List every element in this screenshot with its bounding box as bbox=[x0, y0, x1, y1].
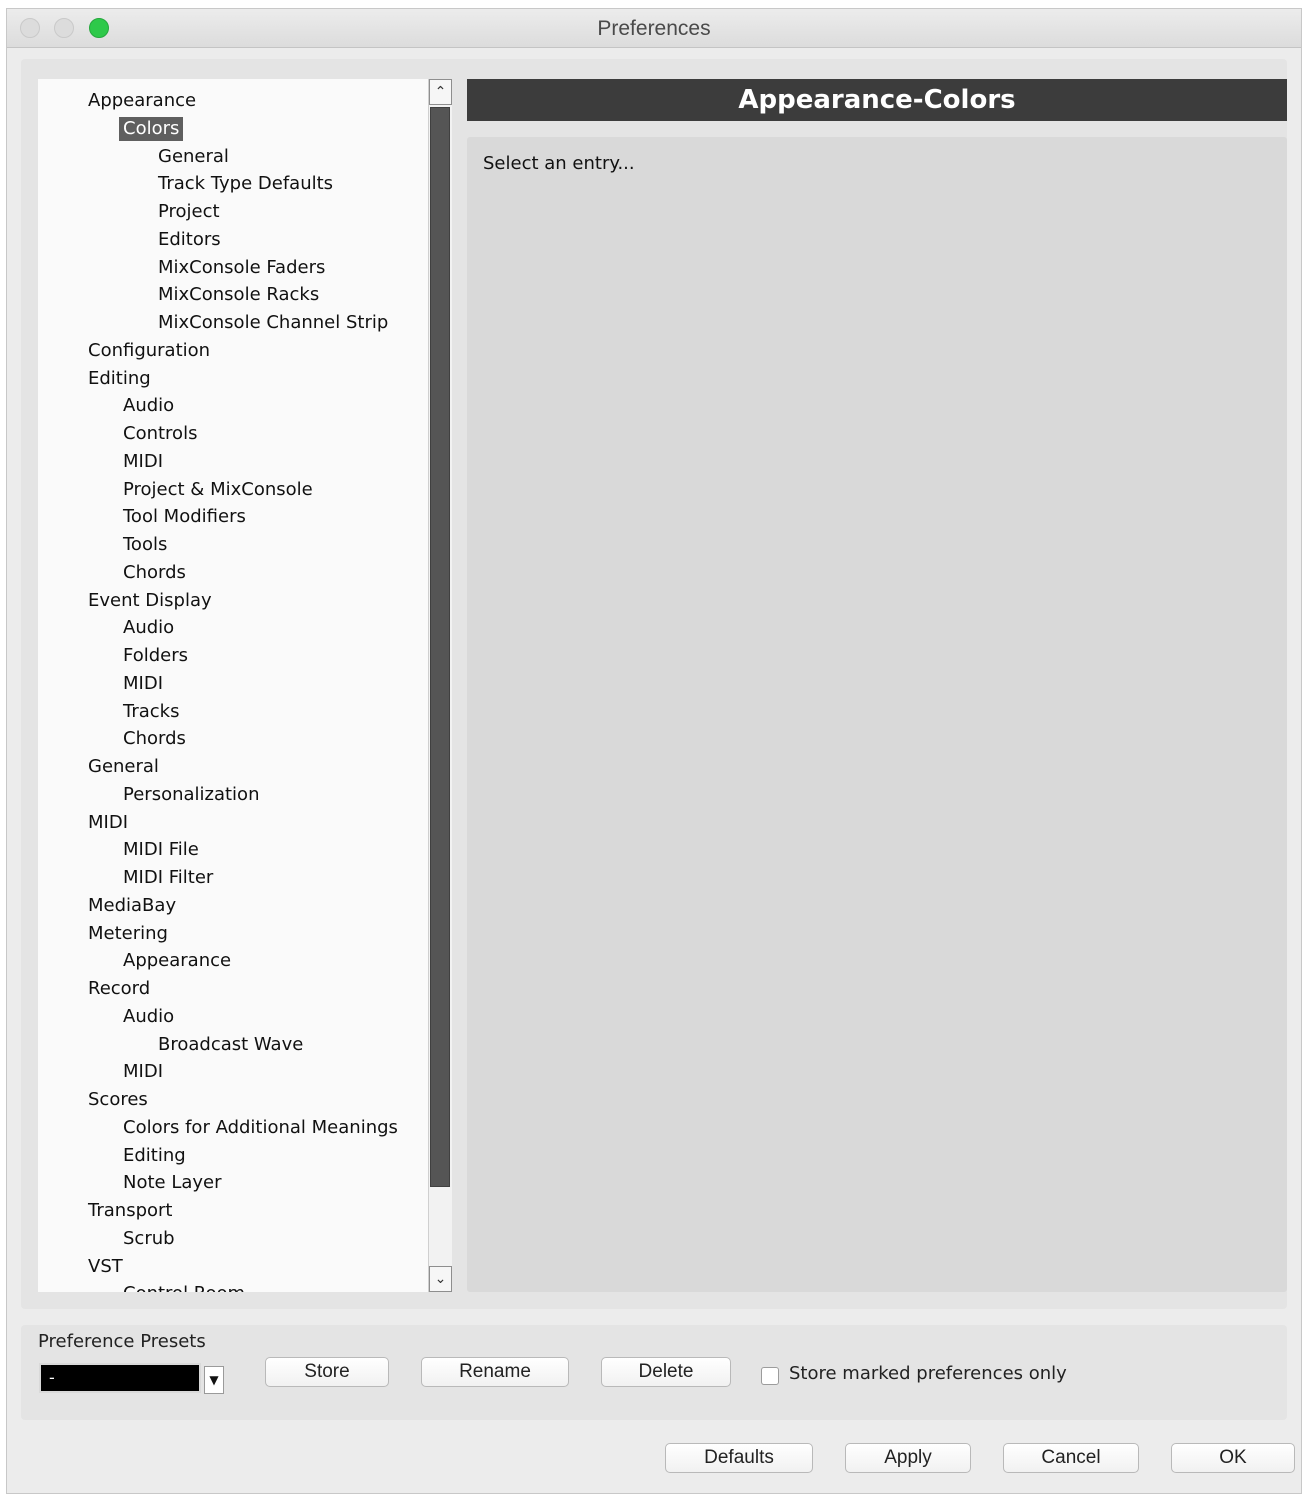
defaults-button[interactable]: Defaults bbox=[665, 1443, 813, 1473]
tree-item[interactable]: Controls bbox=[119, 422, 201, 446]
tree-item[interactable]: Editing bbox=[119, 1144, 190, 1168]
store-marked-label[interactable]: Store marked preferences only bbox=[789, 1363, 1067, 1384]
tree-item[interactable]: Chords bbox=[119, 561, 190, 585]
delete-button[interactable]: Delete bbox=[601, 1357, 731, 1387]
tree-item[interactable]: Scores bbox=[84, 1088, 152, 1112]
title-bar[interactable]: Preferences bbox=[7, 9, 1301, 48]
tree-item[interactable]: Audio bbox=[119, 616, 178, 640]
ok-button[interactable]: OK bbox=[1171, 1443, 1295, 1473]
content-prompt: Select an entry... bbox=[483, 153, 635, 174]
tree-item[interactable]: Transport bbox=[84, 1199, 176, 1223]
preferences-tree[interactable]: Appearance Colors General Track Type Defaul… bbox=[38, 79, 428, 1292]
tree-item[interactable]: Appearance bbox=[84, 89, 200, 113]
tree-item[interactable]: Audio bbox=[119, 394, 178, 418]
tree-item[interactable]: MIDI bbox=[119, 1060, 167, 1084]
main-group: Appearance Colors General Track Type Defaul… bbox=[21, 59, 1287, 1309]
preset-select[interactable]: - bbox=[39, 1363, 201, 1393]
tree-item[interactable]: Colors for Additional Meanings bbox=[119, 1116, 402, 1140]
apply-button[interactable]: Apply bbox=[845, 1443, 971, 1473]
store-button[interactable]: Store bbox=[265, 1357, 389, 1387]
tree-item[interactable]: Project & MixConsole bbox=[119, 478, 317, 502]
tree-item[interactable]: General bbox=[84, 755, 163, 779]
tree-item[interactable]: Scrub bbox=[119, 1227, 179, 1251]
preference-presets-group: Preference Presets - ▼ Store Rename Dele… bbox=[21, 1325, 1287, 1420]
tree-item[interactable]: Note Layer bbox=[119, 1171, 226, 1195]
tree-item[interactable]: Configuration bbox=[84, 339, 214, 363]
scroll-down-button[interactable]: ⌄ bbox=[429, 1266, 452, 1292]
tree-item[interactable]: Appearance bbox=[119, 949, 235, 973]
tree-scrollbar[interactable]: ⌃ ⌄ bbox=[428, 79, 452, 1292]
tree-item[interactable]: General bbox=[154, 145, 233, 169]
cancel-button[interactable]: Cancel bbox=[1003, 1443, 1139, 1473]
tree-item[interactable]: Track Type Defaults bbox=[154, 172, 337, 196]
tree-item[interactable]: Event Display bbox=[84, 589, 216, 613]
tree-item[interactable]: MixConsole Faders bbox=[154, 256, 329, 280]
tree-item[interactable]: Tools bbox=[119, 533, 171, 557]
tree-item[interactable]: MIDI bbox=[119, 672, 167, 696]
tree-item[interactable]: Metering bbox=[84, 922, 172, 946]
content-header: Appearance-Colors bbox=[467, 79, 1287, 121]
rename-button[interactable]: Rename bbox=[421, 1357, 569, 1387]
tree-item[interactable]: Broadcast Wave bbox=[154, 1033, 307, 1057]
preferences-window: Preferences Appearance Colors General Track… bbox=[6, 8, 1302, 1494]
content-area: Select an entry... bbox=[467, 137, 1287, 1292]
scroll-up-button[interactable]: ⌃ bbox=[429, 79, 452, 105]
tree-item[interactable]: MixConsole Channel Strip bbox=[154, 311, 392, 335]
tree-item[interactable]: MIDI File bbox=[119, 838, 203, 862]
chevron-down-icon[interactable]: ▼ bbox=[204, 1366, 224, 1394]
tree-item[interactable]: Record bbox=[84, 977, 154, 1001]
tree-item[interactable]: MediaBay bbox=[84, 894, 180, 918]
tree-item[interactable]: Project bbox=[154, 200, 224, 224]
tree-item[interactable]: Tool Modifiers bbox=[119, 505, 250, 529]
tree-item[interactable]: MixConsole Racks bbox=[154, 283, 323, 307]
tree-item[interactable]: MIDI bbox=[119, 450, 167, 474]
tree-item[interactable]: Personalization bbox=[119, 783, 263, 807]
tree-item[interactable]: MIDI bbox=[84, 811, 132, 835]
tree-item[interactable]: Tracks bbox=[119, 700, 183, 724]
tree-item[interactable]: VST bbox=[84, 1255, 127, 1279]
tree-item[interactable]: MIDI Filter bbox=[119, 866, 217, 890]
tree-item[interactable]: Control Room bbox=[119, 1282, 249, 1292]
store-marked-checkbox[interactable] bbox=[761, 1367, 779, 1385]
presets-label: Preference Presets bbox=[38, 1331, 206, 1352]
tree-item[interactable]: Editors bbox=[154, 228, 225, 252]
scrollbar-thumb[interactable] bbox=[430, 107, 450, 1187]
tree-item[interactable]: Colors bbox=[119, 116, 184, 141]
tree-item[interactable]: Folders bbox=[119, 644, 192, 668]
window-title: Preferences bbox=[597, 17, 711, 40]
tree-item[interactable]: Editing bbox=[84, 367, 155, 391]
tree-item[interactable]: Chords bbox=[119, 727, 190, 751]
tree-item[interactable]: Audio bbox=[119, 1005, 178, 1029]
